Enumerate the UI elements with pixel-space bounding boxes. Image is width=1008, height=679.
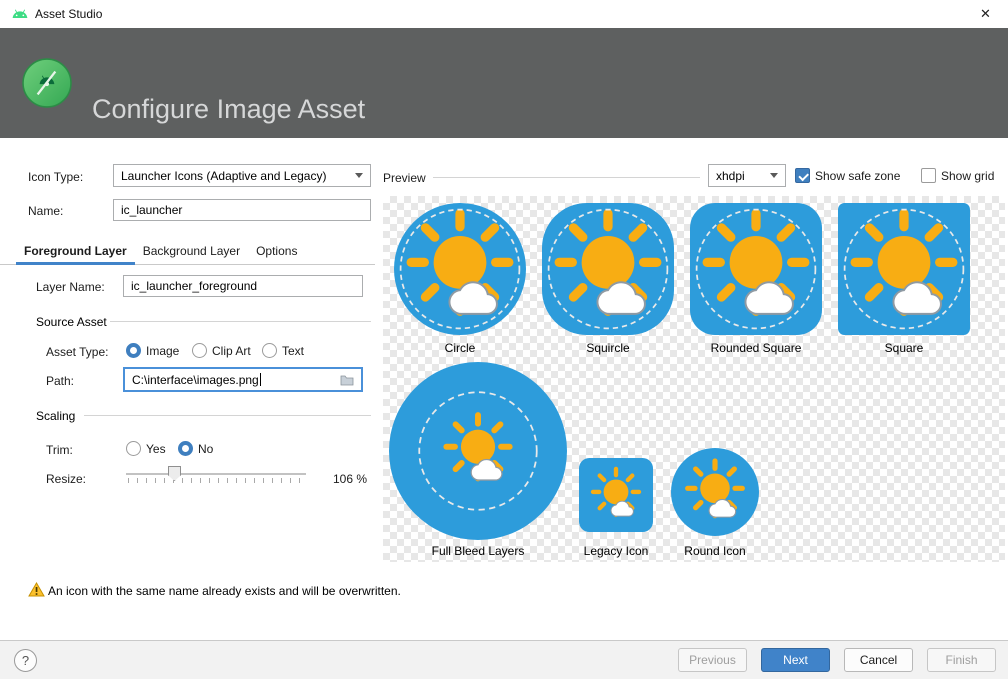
name-value: ic_launcher [121,203,182,217]
adaptive-previews-row: Circle Squircle Rounded Square [383,196,970,355]
preview-tile-legacy: Legacy Icon [579,458,653,558]
help-button[interactable]: ? [14,649,37,672]
radio-label: Clip Art [212,344,251,358]
path-value: C:\interface\images.png [132,373,259,387]
asset-type-radio-text[interactable]: Text [262,343,304,358]
layer-name-value: ic_launcher_foreground [131,279,257,293]
separator-line [84,415,371,416]
show-safe-zone-checkbox[interactable]: Show safe zone [795,168,900,183]
checkbox-checked-icon [795,168,810,183]
icon-type-value: Launcher Icons (Adaptive and Legacy) [121,169,349,183]
android-studio-logo-icon [22,58,72,113]
android-icon [12,6,28,22]
chevron-down-icon [770,173,778,178]
asset-type-radio-clipart[interactable]: Clip Art [192,343,251,358]
adaptive-icon-circle-preview [394,203,526,335]
source-asset-section-label: Source Asset [36,315,107,329]
preview-tile-circle: Circle [394,203,526,355]
tab-background-layer[interactable]: Background Layer [135,238,248,265]
adaptive-icon-square-preview [838,203,970,335]
name-label: Name: [28,204,63,218]
text-caret [260,373,261,386]
preview-tile-squircle: Squircle [542,203,674,355]
tab-options[interactable]: Options [248,238,305,265]
name-input[interactable]: ic_launcher [113,199,371,221]
checkbox-label: Show safe zone [815,169,900,183]
icon-type-label: Icon Type: [28,170,83,184]
preview-tile-label: Legacy Icon [584,544,649,558]
trim-radio-no[interactable]: No [178,441,213,456]
button-row: Previous Next Cancel Finish [678,648,996,672]
radio-label: No [198,442,213,456]
preview-tile-label: Round Icon [684,544,745,558]
checkbox-icon [921,168,936,183]
slider-ticks [128,478,306,483]
chevron-down-icon [355,173,363,178]
path-input[interactable]: C:\interface\images.png [123,367,363,392]
full-bleed-icon-preview [389,362,567,540]
adaptive-icon-squircle-preview [542,203,674,335]
warning-icon [28,582,45,602]
cancel-button[interactable]: Cancel [844,648,913,672]
radio-label: Yes [146,442,166,456]
path-label: Path: [46,374,74,388]
layer-name-label: Layer Name: [36,280,105,294]
radio-selected-icon [126,343,141,358]
resize-label: Resize: [46,472,86,486]
scaling-section-label: Scaling [36,409,75,423]
preview-board: Circle Squircle Rounded Square [383,196,1005,562]
slider-track [126,473,306,475]
page-title: Configure Image Asset [92,94,365,125]
warning-message: An icon with the same name already exist… [48,584,401,598]
resize-slider[interactable] [126,464,306,486]
preview-tile-label: Rounded Square [711,341,802,355]
asset-type-label: Asset Type: [46,345,108,359]
checkbox-label: Show grid [941,169,994,183]
close-icon: ✕ [980,6,991,22]
density-dropdown[interactable]: xhdpi [708,164,786,187]
title-bar: Asset Studio ✕ [0,0,1008,28]
radio-selected-icon [178,441,193,456]
density-value: xhdpi [716,169,764,183]
preview-tile-label: Squircle [586,341,629,355]
preview-tile-label: Circle [445,341,476,355]
trim-label: Trim: [46,443,73,457]
finish-button[interactable]: Finish [927,648,996,672]
radio-icon [262,343,277,358]
adaptive-icon-rounded-square-preview [690,203,822,335]
resize-value: 106 % [333,472,367,486]
preview-label: Preview [383,171,426,185]
preview-tile-label: Square [885,341,924,355]
radio-icon [126,441,141,456]
footer-bar: ? Previous Next Cancel Finish [0,640,1008,679]
tab-foreground-layer[interactable]: Foreground Layer [16,238,135,265]
folder-icon [340,374,354,386]
show-grid-checkbox[interactable]: Show grid [921,168,994,183]
radio-icon [192,343,207,358]
previous-button[interactable]: Previous [678,648,747,672]
round-icon-preview [671,448,759,536]
radio-label: Text [282,344,304,358]
browse-folder-button[interactable] [337,372,357,388]
preview-tile-label: Full Bleed Layers [432,544,525,558]
layer-name-input[interactable]: ic_launcher_foreground [123,275,363,297]
separator-line [433,177,700,178]
preview-tile-round: Round Icon [671,448,759,558]
layer-tabs: Foreground Layer Background Layer Option… [0,238,375,265]
legacy-icon-preview [579,458,653,532]
asset-type-radio-image[interactable]: Image [126,343,179,358]
trim-radio-yes[interactable]: Yes [126,441,166,456]
preview-tile-full-bleed: Full Bleed Layers [389,362,567,558]
help-icon: ? [22,653,29,668]
next-button[interactable]: Next [761,648,830,672]
separator-line [110,321,371,322]
wizard-header: Configure Image Asset [0,28,1008,138]
window-title: Asset Studio [35,7,102,21]
radio-label: Image [146,344,179,358]
icon-type-dropdown[interactable]: Launcher Icons (Adaptive and Legacy) [113,164,371,187]
close-button[interactable]: ✕ [963,0,1008,28]
preview-tile-square: Square [838,203,970,355]
asset-studio-dialog: Asset Studio ✕ Configure Image Asset Ico… [0,0,1008,679]
preview-tile-rounded-square: Rounded Square [690,203,822,355]
